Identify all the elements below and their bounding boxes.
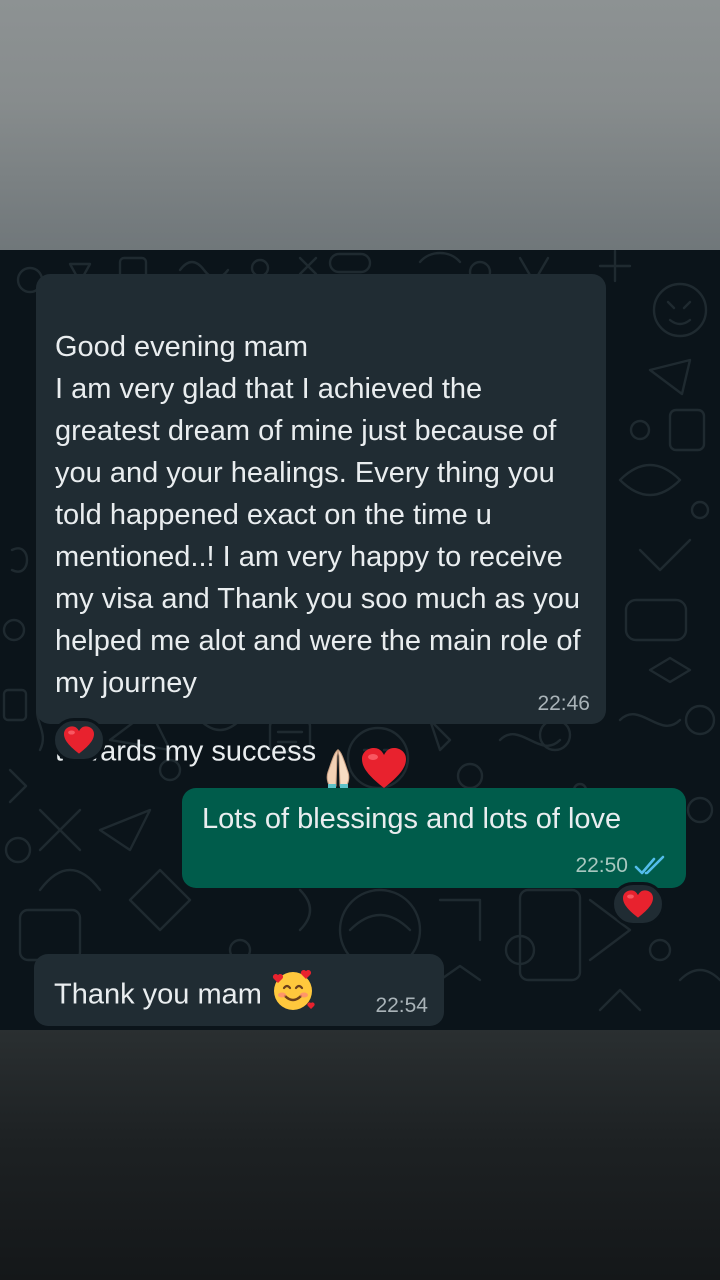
- red-heart-icon: [64, 726, 94, 754]
- red-heart-icon: [623, 890, 653, 918]
- chat-area[interactable]: Good evening mam I am very glad that I a…: [0, 250, 720, 1030]
- message-bubble-incoming[interactable]: Good evening mam I am very glad that I a…: [36, 274, 606, 789]
- message-reaction[interactable]: [611, 882, 665, 926]
- message-text: Lots of blessings and lots of love: [202, 803, 622, 835]
- message-text: Thank you mam: [54, 967, 384, 1025]
- message-timestamp: 22:46: [537, 692, 590, 715]
- message-reaction[interactable]: [52, 718, 106, 762]
- message-bubble-incoming[interactable]: Thank you mam 22:54: [34, 954, 444, 1026]
- message-timestamp: 22:50: [575, 854, 668, 878]
- bottom-blurred-area: [0, 1030, 720, 1280]
- smiling-face-with-hearts-emoji-icon: [270, 967, 316, 1025]
- message-time-value: 22:50: [575, 854, 628, 877]
- message-text-content: Thank you mam: [54, 978, 262, 1011]
- message-bubble-outgoing[interactable]: Lots of blessings and lots of love 22:50: [182, 788, 686, 888]
- double-check-read-icon: [634, 855, 665, 875]
- message-text: Good evening mam I am very glad that I a…: [55, 284, 595, 802]
- message-timestamp: 22:54: [375, 994, 428, 1017]
- top-blurred-area: [0, 0, 720, 250]
- message-text-content: Good evening mam I am very glad that I a…: [55, 331, 581, 768]
